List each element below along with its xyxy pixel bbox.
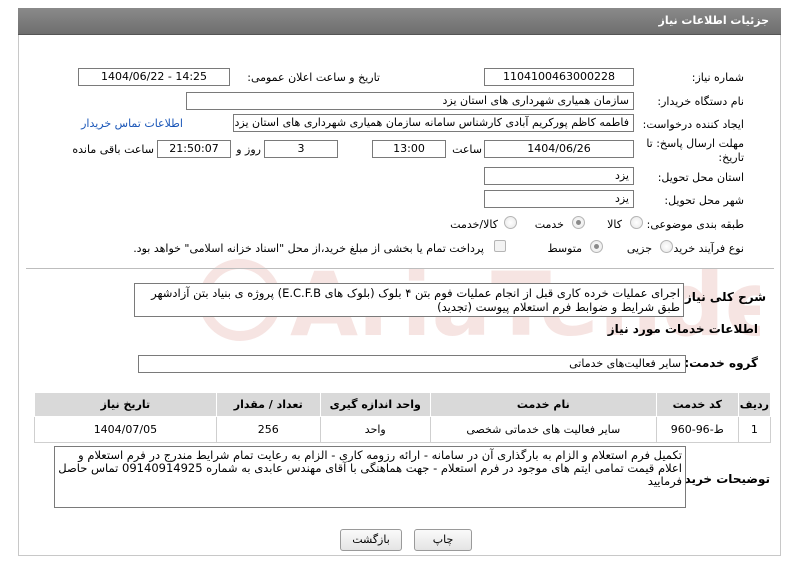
deadline-label: مهلت ارسال پاسخ: تا تاریخ: bbox=[646, 137, 744, 164]
deadline-time-label: ساعت bbox=[452, 143, 482, 156]
buyer-contact-link[interactable]: اطلاعات تماس خریدار bbox=[81, 117, 183, 130]
announce-datetime-field: 1404/06/22 - 14:25 bbox=[78, 68, 230, 86]
category-radio-service[interactable] bbox=[572, 216, 585, 229]
need-description-label: شرح کلی نیاز: bbox=[680, 290, 766, 304]
delivery-city-field: یزد bbox=[484, 190, 634, 208]
category-goods-label: کالا bbox=[607, 218, 622, 231]
buyer-notes-field: تکمیل فرم استعلام و الزام به بارگذاری آن… bbox=[54, 446, 686, 508]
days-and-label: روز و bbox=[236, 143, 261, 156]
service-group-field: سایر فعالیت‌های خدماتی bbox=[138, 355, 686, 373]
process-radio-minor[interactable] bbox=[660, 240, 673, 253]
back-button[interactable]: بازگشت bbox=[340, 529, 402, 551]
cell-service-code: ط-96-960 bbox=[655, 416, 739, 443]
process-medium-label: متوسط bbox=[547, 242, 582, 255]
page-title: جزئیات اطلاعات نیاز bbox=[18, 8, 781, 35]
category-radio-goods-service[interactable] bbox=[504, 216, 517, 229]
col-service-code: کد خدمت bbox=[655, 392, 739, 417]
need-number-label: شماره نیاز: bbox=[691, 71, 744, 84]
purchase-process-label: نوع فرآیند خرید : bbox=[666, 242, 744, 255]
category-service-label: خدمت bbox=[534, 218, 564, 231]
process-radio-medium[interactable] bbox=[590, 240, 603, 253]
cell-row-number: 1 bbox=[737, 416, 772, 443]
delivery-city-label: شهر محل تحویل: bbox=[664, 194, 744, 207]
request-creator-label: ایجاد کننده درخواست: bbox=[642, 118, 744, 131]
subject-category-label: طبقه بندی موضوعی: bbox=[646, 218, 744, 231]
col-need-date: تاریخ نیاز bbox=[34, 392, 217, 417]
col-service-name: نام خدمت bbox=[429, 392, 657, 417]
treasury-payment-checkbox[interactable] bbox=[494, 240, 506, 252]
cell-need-date: 1404/07/05 bbox=[34, 416, 217, 443]
remaining-clock-field: 21:50:07 bbox=[157, 140, 231, 158]
services-table-header: ردیف کد خدمت نام خدمت واحد اندازه گیری ت… bbox=[34, 392, 772, 417]
table-row: 1 ط-96-960 سایر فعالیت های خدماتی شخصی و… bbox=[34, 416, 772, 443]
service-group-label: گروه خدمت: bbox=[684, 356, 758, 370]
cell-unit: واحد bbox=[319, 416, 431, 443]
print-button[interactable]: چاپ bbox=[414, 529, 472, 551]
deadline-date-field: 1404/06/26 bbox=[484, 140, 634, 158]
cell-service-name: سایر فعالیت های خدماتی شخصی bbox=[429, 416, 657, 443]
request-creator-field: فاطمه کاظم پورکریم آبادی کارشناس سامانه … bbox=[233, 114, 634, 132]
deadline-time-field: 13:00 bbox=[372, 140, 446, 158]
category-goods-service-label: کالا/خدمت bbox=[450, 218, 498, 231]
announce-datetime-label: تاریخ و ساعت اعلان عمومی: bbox=[247, 71, 380, 84]
col-row-number: ردیف bbox=[737, 392, 772, 417]
col-unit: واحد اندازه گیری bbox=[319, 392, 431, 417]
category-radio-goods[interactable] bbox=[630, 216, 643, 229]
col-quantity: تعداد / مقدار bbox=[215, 392, 321, 417]
section-divider bbox=[26, 268, 774, 269]
delivery-province-label: استان محل تحویل: bbox=[657, 171, 744, 184]
services-table: ردیف کد خدمت نام خدمت واحد اندازه گیری ت… bbox=[34, 392, 772, 443]
remaining-days-field: 3 bbox=[264, 140, 338, 158]
buyer-org-field: سازمان همیاری شهرداری های استان یزد bbox=[186, 92, 634, 110]
need-description-field: اجرای عملیات خرده کاری قبل از انجام عملی… bbox=[134, 283, 684, 317]
delivery-province-field: یزد bbox=[484, 167, 634, 185]
buyer-org-label: نام دستگاه خریدار: bbox=[657, 95, 744, 108]
services-info-title: اطلاعات خدمات مورد نیاز bbox=[607, 322, 758, 336]
cell-quantity: 256 bbox=[215, 416, 321, 443]
process-minor-label: جزیی bbox=[626, 242, 652, 255]
treasury-payment-note: پرداخت تمام یا بخشی از مبلغ خرید،از محل … bbox=[133, 242, 484, 255]
remaining-time-label: ساعت باقی مانده bbox=[72, 143, 154, 156]
need-number-field: 1104100463000228 bbox=[484, 68, 634, 86]
